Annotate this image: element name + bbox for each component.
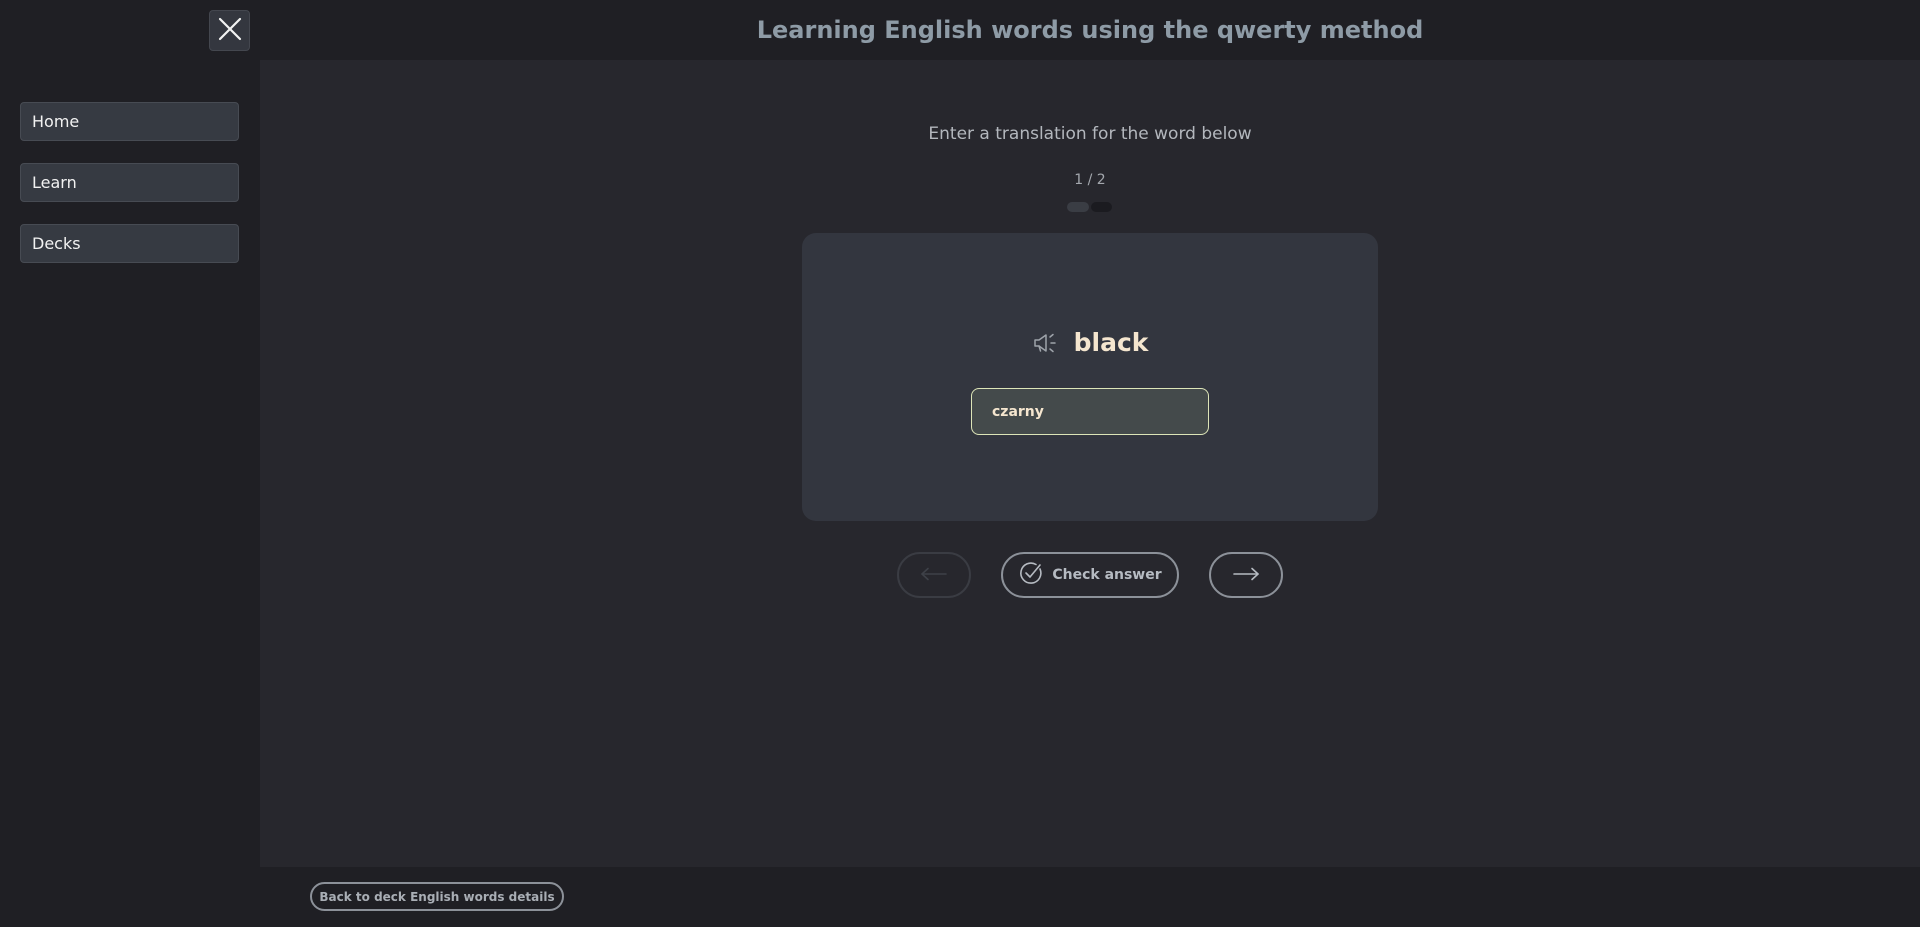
sidebar-item-decks[interactable]: Decks [20,224,239,263]
learning-area: Enter a translation for the word below 1… [260,60,1920,867]
sidebar-item-label: Decks [32,234,81,253]
sidebar-item-label: Home [32,112,80,131]
page-title: Learning English words using the qwerty … [756,16,1424,44]
sidebar-item-learn[interactable]: Learn [20,163,239,202]
header: Learning English words using the qwerty … [260,0,1920,60]
progress-segment-remaining [1090,202,1112,212]
word-to-translate: black [1073,328,1149,357]
translation-input[interactable] [971,388,1209,435]
check-circle-icon [1018,560,1044,590]
instruction-text: Enter a translation for the word below [928,124,1252,144]
next-button[interactable] [1209,552,1283,598]
progress-segment-done [1067,202,1089,212]
sidebar: Home Learn Decks [0,0,260,927]
word-row: black [802,328,1378,357]
close-icon [217,16,243,46]
progress-bar [1067,202,1112,212]
back-to-deck-button[interactable]: Back to deck English words details [310,882,564,911]
check-answer-label: Check answer [1052,567,1162,583]
previous-button[interactable] [897,552,971,598]
back-to-deck-label: Back to deck English words details [319,889,555,904]
arrow-left-icon [920,566,948,585]
progress-counter: 1 / 2 [1074,172,1106,188]
sidebar-item-label: Learn [32,173,77,192]
sidebar-item-home[interactable]: Home [20,102,239,141]
flashcard: black [802,233,1378,521]
check-answer-button[interactable]: Check answer [1001,552,1179,598]
speaker-icon[interactable] [1032,329,1060,357]
footer: Back to deck English words details [260,867,1920,927]
close-button[interactable] [209,10,250,51]
arrow-right-icon [1232,566,1260,585]
